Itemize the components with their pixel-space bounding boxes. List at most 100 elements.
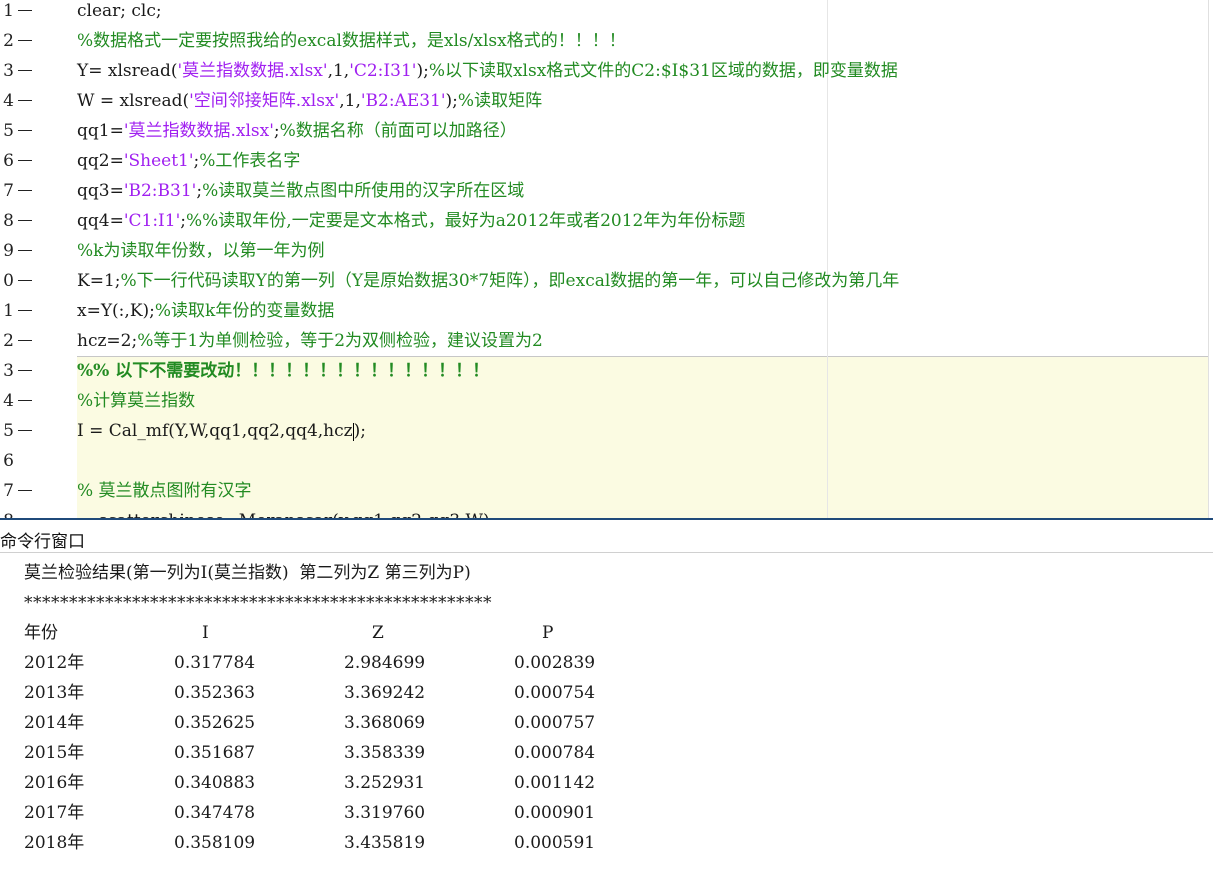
code-line[interactable]: qq2='Sheet1';%工作表名字 bbox=[77, 147, 300, 177]
table-cell: 2017年 bbox=[24, 803, 85, 823]
breakpoint-dash-marker[interactable] bbox=[18, 250, 32, 251]
table-cell: 2.984699 bbox=[344, 653, 426, 673]
breakpoint-dash-marker[interactable] bbox=[18, 280, 32, 281]
table-cell: 3.435819 bbox=[344, 833, 426, 853]
command-window-header: 命令行窗口 bbox=[0, 520, 1213, 553]
table-cell: 3.368069 bbox=[344, 713, 426, 733]
code-editor[interactable]: 1 2 3 4 5 6 7 8 9 0 1 2 3 4 5 6 7 8 clear; clc; %数据格式一定要按照… bbox=[0, 0, 1213, 518]
line-number: 9 bbox=[3, 241, 14, 261]
code-text: ,1, bbox=[339, 91, 361, 111]
code-text: clear; clc; bbox=[77, 1, 162, 21]
code-line[interactable]: hcz=2;%等于1为单侧检验，等于2为双侧检验，建议设置为2 bbox=[77, 327, 543, 357]
code-comment: %计算莫兰指数 bbox=[77, 391, 196, 411]
table-cell: 0.347478 bbox=[174, 803, 256, 823]
code-text: qq3= bbox=[77, 181, 124, 201]
code-line[interactable]: qq3='B2:B31';%读取莫兰散点图中所使用的汉字所在区域 bbox=[77, 177, 524, 207]
line-number: 2 bbox=[3, 331, 14, 351]
code-line[interactable]: %k为读取年份数，以第一年为例 bbox=[77, 237, 324, 267]
code-comment: %读取莫兰散点图中所使用的汉字所在区域 bbox=[202, 181, 525, 201]
line-number: 1 bbox=[3, 1, 14, 21]
line-number: 0 bbox=[3, 271, 14, 291]
line-number: 8 bbox=[0, 507, 14, 518]
code-line[interactable]: % 莫兰散点图附有汉字 bbox=[77, 477, 252, 507]
code-text: hcz=2; bbox=[77, 331, 138, 351]
line-number: 7 bbox=[3, 181, 14, 201]
table-header-cell: P bbox=[542, 623, 554, 643]
result-separator: ****************************************… bbox=[24, 593, 492, 613]
code-string: 'B2:AE31' bbox=[360, 91, 446, 111]
table-cell: 3.252931 bbox=[344, 773, 426, 793]
command-window-output[interactable]: 莫兰检验结果(第一列为I(莫兰指数) 第二列为Z 第三列为P) ********… bbox=[0, 553, 1213, 880]
breakpoint-dash-marker[interactable] bbox=[18, 310, 32, 311]
breakpoint-dash-marker[interactable] bbox=[18, 400, 32, 401]
code-line[interactable]: K=1;%下一行代码读取Y的第一列（Y是原始数据30*7矩阵），即excal数据… bbox=[77, 267, 899, 297]
code-comment: %数据格式一定要按照我给的excal数据样式，是xls/xlsx格式的！！！！ bbox=[77, 31, 626, 51]
table-header-cell: 年份 bbox=[24, 623, 58, 643]
table-cell: 3.369242 bbox=[344, 683, 426, 703]
code-text: ); bbox=[445, 91, 458, 111]
line-number: 4 bbox=[3, 91, 14, 111]
code-line[interactable]: W = xlsread('空间邻接矩阵.xlsx',1,'B2:AE31');%… bbox=[77, 87, 542, 117]
code-text: qq1= bbox=[77, 121, 124, 141]
code-line[interactable]: qq1='莫兰指数数据.xlsx';%数据名称（前面可以加路径） bbox=[77, 117, 517, 147]
table-cell: 0.000754 bbox=[514, 683, 596, 703]
breakpoint-dash-marker[interactable] bbox=[18, 70, 32, 71]
editor-right-border bbox=[1208, 0, 1209, 518]
code-string: '空间邻接矩阵.xlsx' bbox=[189, 91, 340, 111]
code-text: K=1; bbox=[77, 271, 121, 291]
table-cell: 2015年 bbox=[24, 743, 85, 763]
breakpoint-dash-marker[interactable] bbox=[18, 10, 32, 11]
table-cell: 0.358109 bbox=[174, 833, 256, 853]
code-string: '莫兰指数数据.xlsx' bbox=[177, 61, 328, 81]
code-comment: %工作表名字 bbox=[199, 151, 301, 171]
code-text: qq2= bbox=[77, 151, 124, 171]
code-comment: %读取k年份的变量数据 bbox=[154, 301, 335, 321]
table-cell: 2018年 bbox=[24, 833, 85, 853]
code-line[interactable]: %数据格式一定要按照我给的excal数据样式，是xls/xlsx格式的！！！！ bbox=[77, 27, 626, 57]
code-text: W = xlsread( bbox=[77, 91, 190, 111]
breakpoint-dash-marker[interactable] bbox=[18, 220, 32, 221]
breakpoint-dash-marker[interactable] bbox=[18, 160, 32, 161]
command-window-title: 命令行窗口 bbox=[0, 532, 85, 552]
code-line[interactable]: Y= xlsread('莫兰指数数据.xlsx',1,'C2:I31');%以下… bbox=[77, 57, 898, 87]
code-text: qq4= bbox=[77, 211, 124, 231]
code-line[interactable]: qq4='C1:I1';%%读取年份,一定要是文本格式，最好为a2012年或者2… bbox=[77, 207, 745, 237]
code-text: x=Y(:,K); bbox=[77, 301, 155, 321]
table-cell: 0.340883 bbox=[174, 773, 256, 793]
table-cell: 2014年 bbox=[24, 713, 85, 733]
code-string: 'C2:I31' bbox=[349, 61, 417, 81]
breakpoint-dash-marker[interactable] bbox=[18, 40, 32, 41]
table-header-cell: I bbox=[202, 623, 209, 643]
code-text: Y= xlsread( bbox=[77, 61, 178, 81]
table-cell: 3.319760 bbox=[344, 803, 426, 823]
table-cell: 2013年 bbox=[24, 683, 85, 703]
table-cell: 0.002839 bbox=[514, 653, 596, 673]
code-comment: %数据名称（前面可以加路径） bbox=[279, 121, 517, 141]
breakpoint-dash-marker[interactable] bbox=[18, 490, 32, 491]
code-string: 'B2:B31' bbox=[123, 181, 197, 201]
code-string: '莫兰指数数据.xlsx' bbox=[123, 121, 274, 141]
breakpoint-dash-marker[interactable] bbox=[18, 370, 32, 371]
table-cell: 0.317784 bbox=[174, 653, 256, 673]
table-cell: 0.000784 bbox=[514, 743, 596, 763]
code-string: 'Sheet1' bbox=[123, 151, 194, 171]
code-line[interactable]: scatterchinese=Moranscar(y,qq1,qq2,qq3,W… bbox=[77, 507, 490, 518]
result-title: 莫兰检验结果(第一列为I(莫兰指数) 第二列为Z 第三列为P) bbox=[24, 563, 471, 583]
code-line[interactable]: I = Cal_mf(Y,W,qq1,qq2,qq4,hcz); bbox=[77, 417, 366, 447]
line-number-gutter: 1 2 3 4 5 6 7 8 9 0 1 2 3 4 5 6 7 8 bbox=[0, 0, 44, 518]
table-header-cell: Z bbox=[372, 623, 384, 643]
code-line[interactable]: x=Y(:,K);%读取k年份的变量数据 bbox=[77, 297, 334, 327]
breakpoint-dash-marker[interactable] bbox=[18, 190, 32, 191]
line-number: 7 bbox=[3, 481, 14, 501]
breakpoint-dash-marker[interactable] bbox=[18, 130, 32, 131]
breakpoint-dash-marker[interactable] bbox=[18, 340, 32, 341]
breakpoint-dash-marker[interactable] bbox=[18, 430, 32, 431]
table-cell: 2012年 bbox=[24, 653, 85, 673]
code-comment: %下一行代码读取Y的第一列（Y是原始数据30*7矩阵），即excal数据的第一年… bbox=[120, 271, 900, 291]
code-line[interactable]: %计算莫兰指数 bbox=[77, 387, 195, 417]
table-cell: 3.358339 bbox=[344, 743, 426, 763]
breakpoint-dash-marker[interactable] bbox=[18, 100, 32, 101]
line-number: 4 bbox=[3, 391, 14, 411]
code-line[interactable]: %% 以下不需要改动！！！！！！！！！！！！！！！ bbox=[77, 357, 489, 387]
code-line[interactable]: clear; clc; bbox=[77, 0, 162, 27]
